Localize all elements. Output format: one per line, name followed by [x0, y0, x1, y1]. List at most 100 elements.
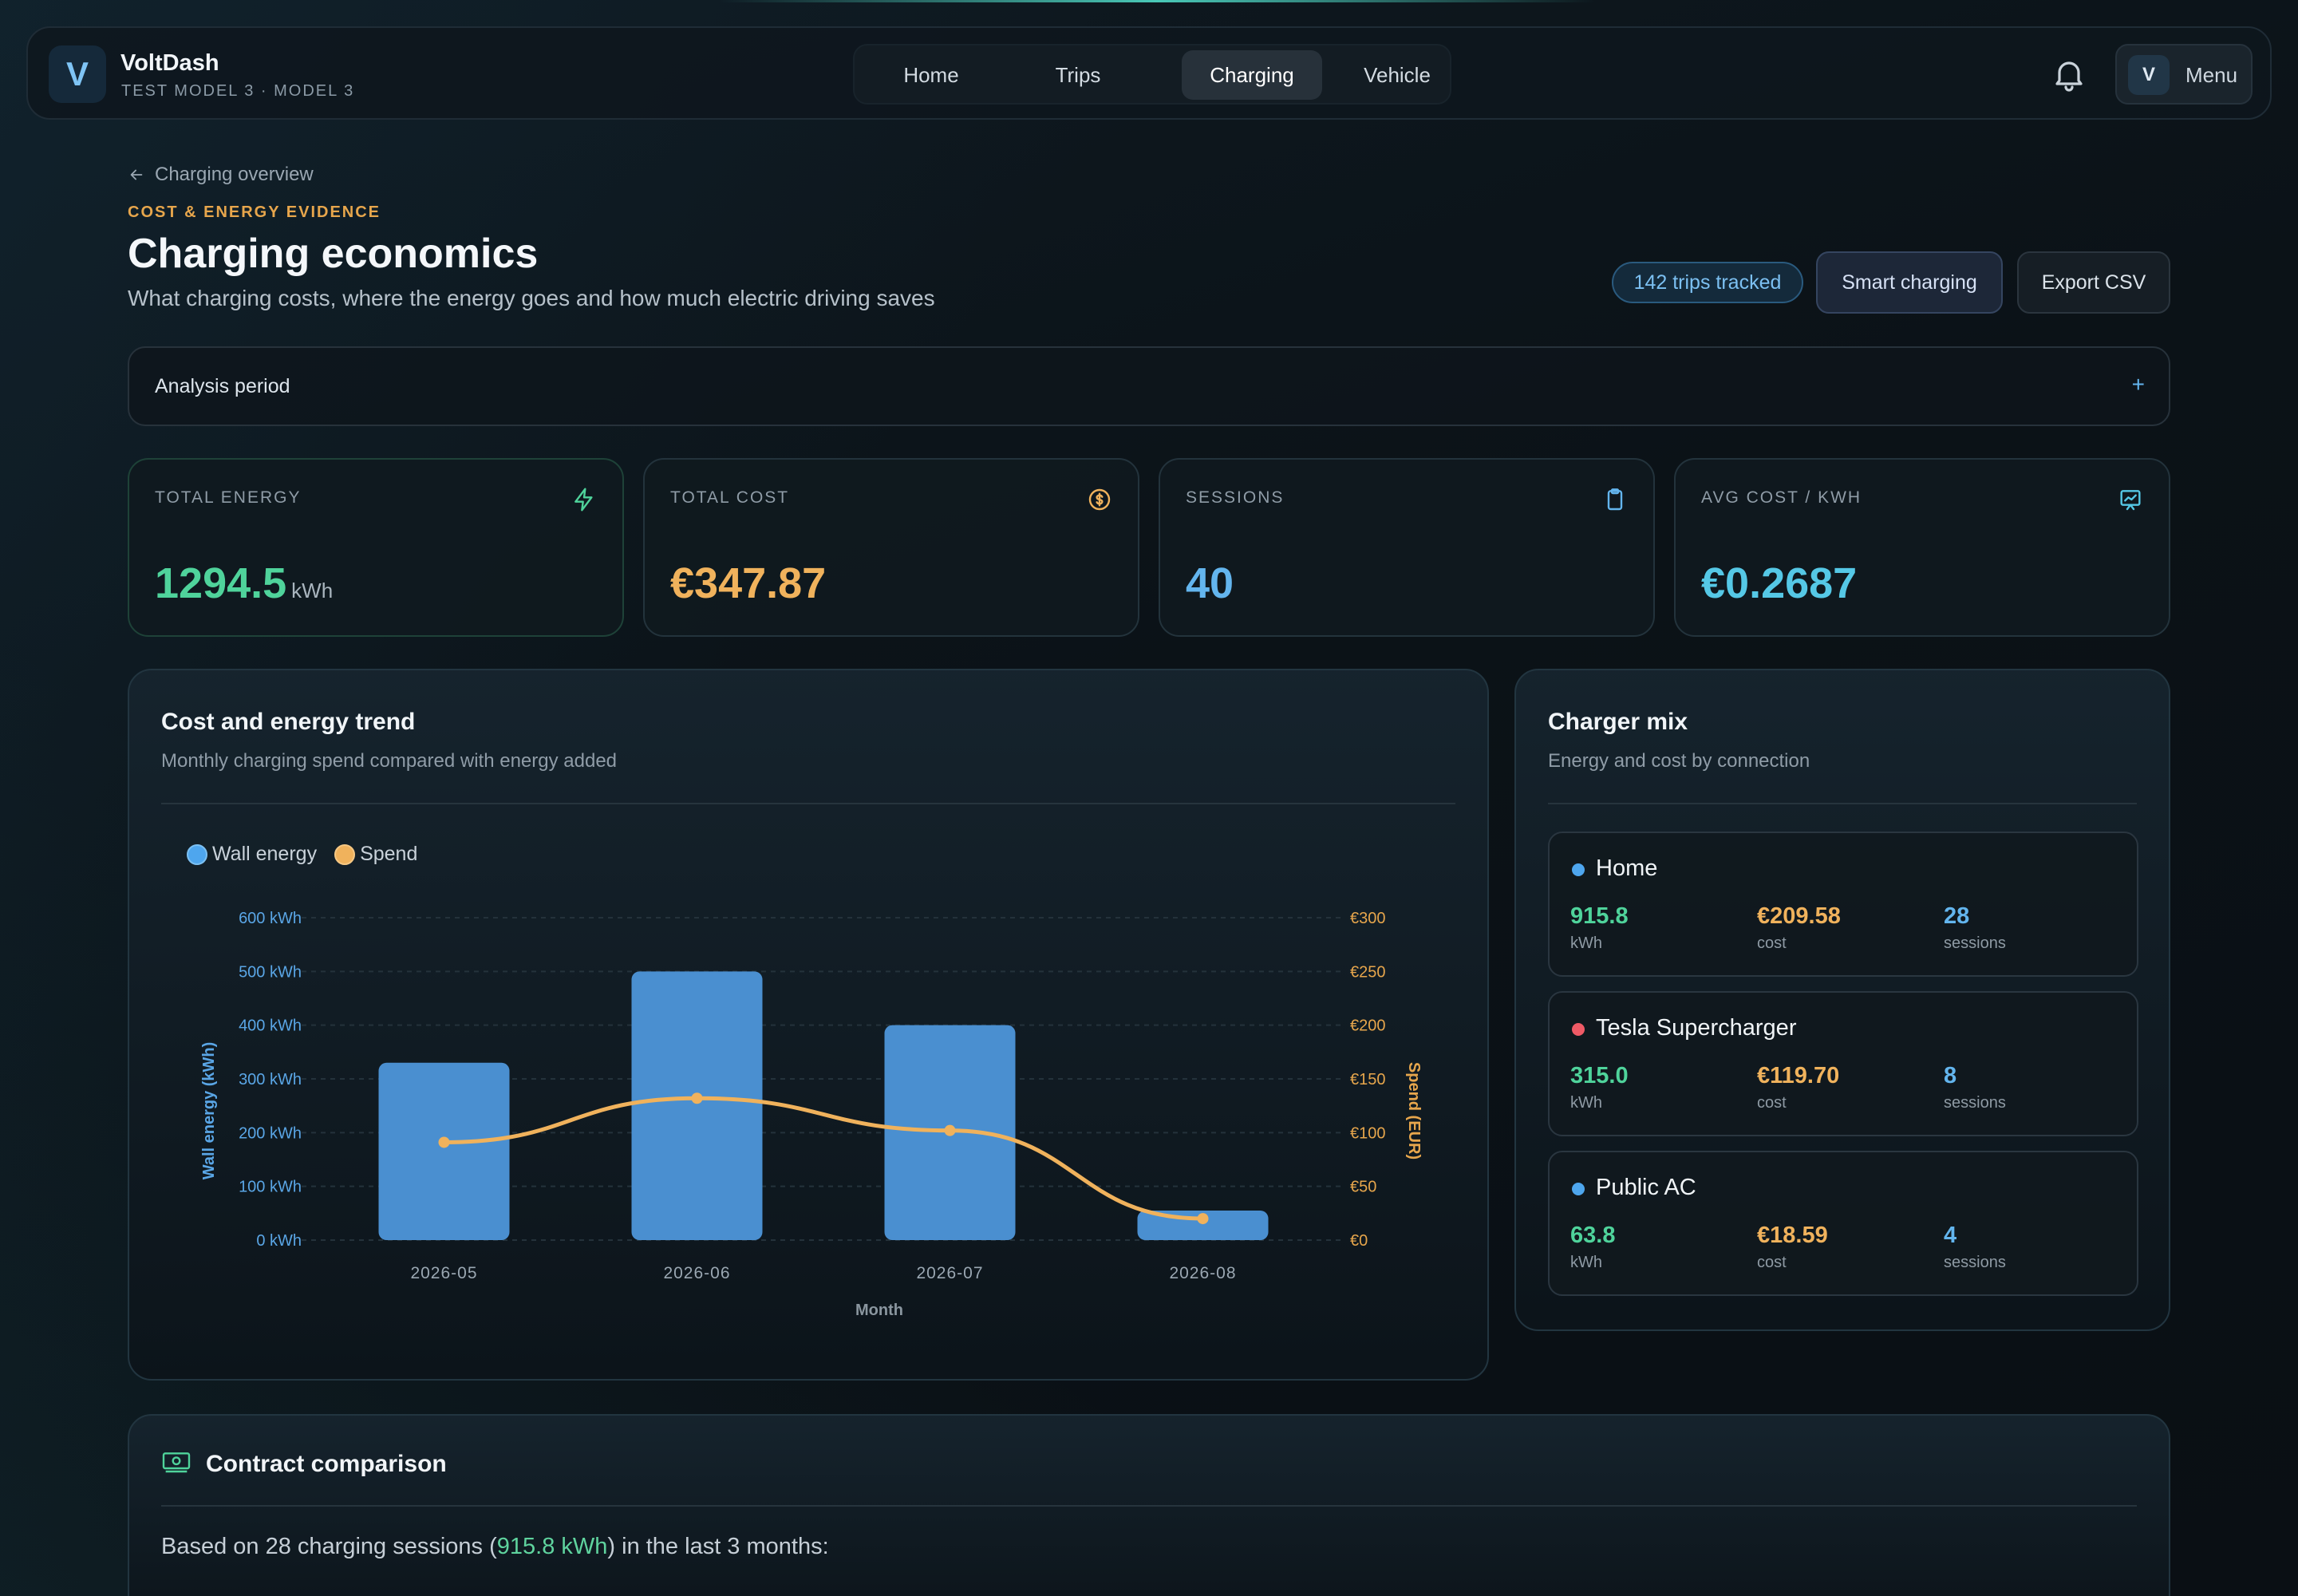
y2-tick-label: €100 [1350, 1124, 1386, 1142]
bar-wall-energy [378, 1062, 510, 1240]
panel-title: Contract comparison [206, 1451, 447, 1477]
metric-value: 63.8 [1570, 1223, 1616, 1248]
breadcrumb-label: Charging overview [155, 164, 314, 185]
metric-value: 28 [1944, 903, 1970, 929]
divider [161, 1505, 2137, 1507]
button-label: Smart charging [1842, 271, 1977, 294]
point-spend [1197, 1213, 1209, 1225]
charger-card-home[interactable]: Home 915.8 kWh €209.58 cost 28 sessions [1548, 832, 2138, 977]
tab-vehicle[interactable]: Vehicle [1325, 50, 1469, 100]
metric-value: 8 [1944, 1063, 1957, 1088]
charger-cost: €18.59 cost [1757, 1223, 1828, 1272]
app-name: VoltDash [120, 50, 219, 76]
kpi-total-cost: TOTAL COST €347.87 [643, 458, 1139, 637]
metric-value: 4 [1944, 1223, 1957, 1248]
expand-icon[interactable]: + [2132, 372, 2145, 397]
section-eyebrow: COST & ENERGY EVIDENCE [128, 203, 381, 221]
tab-charging[interactable]: Charging [1182, 50, 1322, 100]
charger-dot [1572, 1023, 1585, 1036]
page-title: Charging economics [128, 231, 539, 277]
y-axis-title: Wall energy (kWh) [200, 1042, 218, 1180]
metric-label: sessions [1944, 934, 2006, 952]
kpi-number: 1294.5 [155, 559, 287, 607]
summary-suffix: ) in the last 3 months: [607, 1534, 829, 1559]
tab-home[interactable]: Home [859, 50, 1003, 100]
y-tick-label: 300 kWh [239, 1071, 302, 1088]
metric-label: cost [1757, 1254, 1787, 1271]
kpi-value: €0.2687 [1701, 559, 1858, 607]
vehicle-subtitle: TEST MODEL 3 · MODEL 3 [121, 82, 355, 100]
kpi-value: 1294.5 kWh [155, 559, 333, 608]
summary-prefix: Based on 28 charging sessions ( [161, 1534, 497, 1559]
charger-cost: €209.58 cost [1757, 903, 1841, 953]
analysis-period-accordion[interactable]: Analysis period + [128, 346, 2170, 426]
bar-wall-energy [631, 971, 763, 1240]
y-tick-label: 200 kWh [239, 1124, 302, 1142]
chart-icon [2120, 490, 2141, 511]
charger-sessions: 4 sessions [1944, 1223, 2006, 1272]
app-logo[interactable]: V [49, 45, 106, 103]
x-tick-label: 2026-07 [916, 1264, 983, 1282]
kpi-label: AVG COST / KWH [1701, 488, 1862, 507]
charger-name: Public AC [1596, 1175, 1696, 1200]
kpi-total-energy: TOTAL ENERGY 1294.5 kWh [128, 458, 624, 637]
y2-tick-label: €300 [1350, 910, 1386, 927]
money-icon [162, 1452, 191, 1473]
x-tick-label: 2026-08 [1169, 1264, 1236, 1282]
metric-label: cost [1757, 934, 1787, 952]
metric-value: €209.58 [1757, 903, 1841, 929]
kpi-avg-cost-per-kwh: AVG COST / KWH €0.2687 [1674, 458, 2170, 637]
charger-dot [1572, 1183, 1585, 1195]
trips-tracked-badge: 142 trips tracked [1612, 262, 1803, 303]
metric-label: sessions [1944, 1094, 2006, 1112]
divider [1548, 803, 2137, 804]
panel-title: Charger mix [1548, 709, 1688, 735]
charger-card-public-ac[interactable]: Public AC 63.8 kWh €18.59 cost 4 session… [1548, 1151, 2138, 1296]
charger-name: Home [1596, 855, 1658, 881]
metric-value: 315.0 [1570, 1063, 1629, 1088]
top-navigation-bar: V VoltDash TEST MODEL 3 · MODEL 3 Home T… [26, 26, 2272, 120]
bolt-icon [574, 488, 593, 512]
metric-label: kWh [1570, 1254, 1602, 1271]
badge-label: 142 trips tracked [1633, 271, 1782, 294]
menu-label: Menu [2185, 63, 2238, 87]
y2-axis-title: Spend (EUR) [1405, 1062, 1423, 1159]
avatar: V [2128, 55, 2170, 95]
menu-button[interactable]: V Menu [2115, 44, 2253, 105]
smart-charging-button[interactable]: Smart charging [1816, 251, 2003, 314]
metric-label: cost [1757, 1094, 1787, 1112]
metric-value: €119.70 [1757, 1063, 1840, 1088]
charger-card-tesla-supercharger[interactable]: Tesla Supercharger 315.0 kWh €119.70 cos… [1548, 991, 2138, 1136]
bell-icon[interactable] [2050, 55, 2088, 93]
charger-energy: 915.8 kWh [1570, 903, 1629, 953]
contract-comparison-panel: Contract comparison Based on 28 charging… [128, 1414, 2170, 1596]
analysis-period-label: Analysis period [155, 375, 290, 397]
metric-label: kWh [1570, 1094, 1602, 1112]
tab-label: Home [903, 62, 959, 87]
breadcrumb[interactable]: Charging overview [128, 164, 314, 186]
button-label: Export CSV [2041, 271, 2146, 294]
tab-label: Charging [1210, 62, 1294, 87]
x-tick-label: 2026-06 [663, 1264, 730, 1282]
tab-trips[interactable]: Trips [1006, 50, 1150, 100]
contract-summary: Based on 28 charging sessions (915.8 kWh… [161, 1534, 829, 1560]
y-tick-label: 100 kWh [239, 1179, 302, 1196]
line-spend [444, 1096, 1203, 1221]
kpi-label: TOTAL ENERGY [155, 488, 302, 507]
metric-label: sessions [1944, 1254, 2006, 1271]
clipboard-icon [1607, 488, 1623, 511]
export-csv-button[interactable]: Export CSV [2017, 251, 2170, 314]
metric-value: 915.8 [1570, 903, 1629, 929]
logo-letter: V [65, 55, 89, 93]
y2-tick-label: €50 [1350, 1179, 1376, 1196]
point-spend [691, 1092, 703, 1104]
kpi-unit: kWh [291, 579, 334, 602]
charger-energy: 63.8 kWh [1570, 1223, 1615, 1272]
summary-energy: 915.8 kWh [496, 1534, 608, 1559]
charger-energy: 315.0 kWh [1570, 1063, 1629, 1112]
charger-cost: €119.70 cost [1757, 1063, 1839, 1112]
y2-tick-label: €200 [1350, 1017, 1386, 1035]
arrow-left-icon [130, 169, 143, 180]
y2-tick-label: €250 [1350, 963, 1386, 981]
y-tick-label: 0 kWh [256, 1232, 302, 1250]
